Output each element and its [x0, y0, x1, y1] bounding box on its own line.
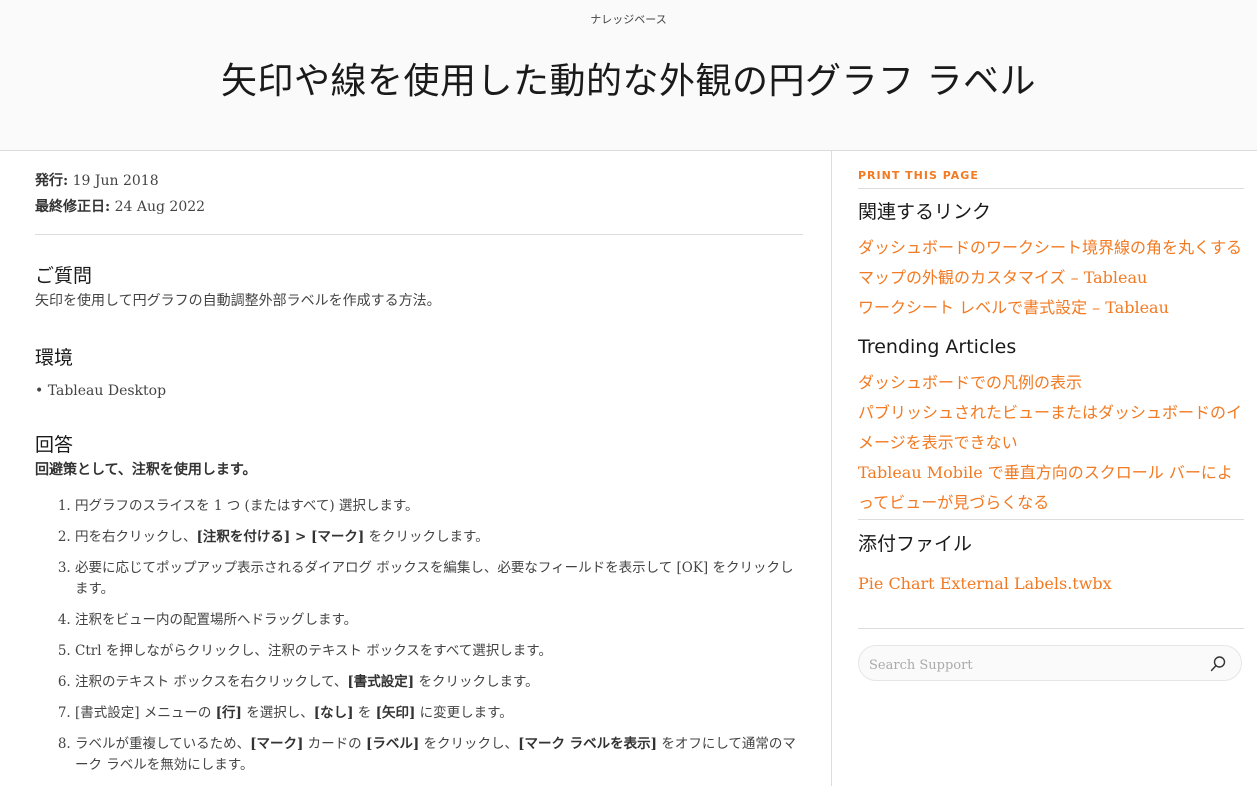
- modified-date: 最終修正日: 24 Aug 2022: [35, 194, 803, 220]
- answer-step: 円グラフのスライスを 1 つ (またはすべて) 選択します。: [75, 496, 803, 517]
- article-body: 発行: 19 Jun 2018 最終修正日: 24 Aug 2022 ご質問 矢…: [35, 151, 803, 786]
- step-emphasis: [なし]: [313, 705, 354, 721]
- modified-label: 最終修正日:: [35, 199, 111, 215]
- answer-step: Ctrl を押しながらクリックし、注釈のテキスト ボックスをすべて選択します。: [75, 641, 803, 662]
- step-text: 注釈をビュー内の配置場所へドラッグします。: [75, 612, 358, 628]
- step-text: をクリックし、: [419, 736, 519, 752]
- step-text: をクリックします。: [364, 529, 489, 545]
- related-links-section: 関連するリンク ダッシュボードのワークシート境界線の角を丸くする マップの外観の…: [858, 198, 1244, 323]
- step-text: ラベルが重複しているため、: [75, 736, 251, 752]
- step-text: カードの: [303, 736, 366, 752]
- sidebar-divider: [858, 519, 1244, 520]
- step-emphasis: [書式設定]: [347, 674, 415, 690]
- search-input[interactable]: [867, 654, 1191, 676]
- step-text: 円グラフのスライスを 1 つ (またはすべて) 選択します。: [75, 498, 419, 514]
- sidebar: PRINT THIS PAGE 関連するリンク ダッシュボードのワークシート境界…: [858, 151, 1244, 681]
- search-box: [858, 645, 1242, 681]
- trending-link[interactable]: パブリッシュされたビューまたはダッシュボードのイメージを表示できない: [858, 398, 1244, 458]
- modified-value: 24 Aug 2022: [114, 199, 206, 215]
- step-emphasis: [行]: [215, 705, 242, 721]
- step-emphasis: [マーク ラベルを表示]: [518, 736, 658, 752]
- question-heading: ご質問: [35, 265, 93, 287]
- answer-steps: 円グラフのスライスを 1 つ (またはすべて) 選択します。円を右クリックし、[…: [35, 496, 803, 776]
- published-label: 発行:: [35, 173, 69, 189]
- print-page-link[interactable]: PRINT THIS PAGE: [858, 169, 1244, 189]
- answer-heading: 回答: [35, 434, 74, 456]
- answer-intro: 回避策として、注釈を使用します。: [35, 462, 257, 478]
- step-text: を: [353, 705, 376, 721]
- attachments-heading: 添付ファイル: [858, 533, 973, 555]
- page-title: 矢印や線を使用した動的な外観の円グラフ ラベル: [221, 61, 1036, 102]
- published-date: 発行: 19 Jun 2018: [35, 168, 803, 194]
- related-link[interactable]: ダッシュボードのワークシート境界線の角を丸くする: [858, 233, 1244, 263]
- trending-link[interactable]: ダッシュボードでの凡例の表示: [858, 368, 1244, 398]
- step-text: をクリックします。: [414, 674, 539, 690]
- published-value: 19 Jun 2018: [72, 173, 159, 189]
- attachments-section: 添付ファイル Pie Chart External Labels.twbx: [858, 530, 1244, 599]
- step-text: 必要に応じてポップアップ表示されるダイアログ ボックスを編集し、必要なフィールド…: [75, 560, 794, 597]
- answer-step: ラベルが重複しているため、[マーク] カードの [ラベル] をクリックし、[マー…: [75, 734, 803, 776]
- column-divider: [831, 151, 832, 786]
- trending-articles-section: Trending Articles ダッシュボードでの凡例の表示 パブリッシュさ…: [858, 333, 1244, 518]
- environment-item: • Tableau Desktop: [35, 383, 167, 399]
- step-text: Ctrl を押しながらクリックし、注釈のテキスト ボックスをすべて選択します。: [75, 643, 552, 659]
- answer-step: 注釈をビュー内の配置場所へドラッグします。: [75, 610, 803, 631]
- step-text: を選択し、: [241, 705, 314, 721]
- related-link[interactable]: マップの外観のカスタマイズ – Tableau: [858, 263, 1244, 293]
- step-emphasis: [矢印]: [375, 705, 416, 721]
- step-emphasis: [マーク]: [250, 736, 304, 752]
- page-header: ナレッジベース 矢印や線を使用した動的な外観の円グラフ ラベル: [0, 0, 1257, 151]
- step-text: 円を右クリックし、: [75, 529, 197, 545]
- article-meta: 発行: 19 Jun 2018 最終修正日: 24 Aug 2022: [35, 168, 803, 220]
- trending-link[interactable]: Tableau Mobile で垂直方向のスクロール バーによってビューが見づら…: [858, 458, 1244, 518]
- answer-section: 回答 回避策として、注釈を使用します。 円グラフのスライスを 1 つ (またはす…: [35, 431, 803, 776]
- question-section: ご質問 矢印を使用して円グラフの自動調整外部ラベルを作成する方法。: [35, 262, 803, 312]
- environment-section: 環境 • Tableau Desktop: [35, 344, 803, 402]
- question-body: 矢印を使用して円グラフの自動調整外部ラベルを作成する方法。: [35, 293, 441, 309]
- related-link[interactable]: ワークシート レベルで書式設定 – Tableau: [858, 293, 1244, 323]
- related-links-heading: 関連するリンク: [858, 201, 992, 223]
- search-icon[interactable]: [1209, 655, 1227, 673]
- environment-item-text: Tableau Desktop: [47, 383, 167, 399]
- answer-step: 注釈のテキスト ボックスを右クリックして、[書式設定] をクリックします。: [75, 672, 803, 693]
- sidebar-divider: [858, 628, 1244, 629]
- answer-step: 円を右クリックし、[注釈を付ける] > [マーク] をクリックします。: [75, 527, 803, 548]
- step-text: 注釈のテキスト ボックスを右クリックして、: [75, 674, 348, 690]
- step-emphasis: [ラベル]: [365, 736, 420, 752]
- step-emphasis: [注釈を付ける] > [マーク]: [196, 529, 365, 545]
- answer-step: [書式設定] メニューの [行] を選択し、[なし] を [矢印] に変更します…: [75, 703, 803, 724]
- environment-heading: 環境: [35, 347, 74, 369]
- answer-step: 必要に応じてポップアップ表示されるダイアログ ボックスを編集し、必要なフィールド…: [75, 558, 803, 600]
- attachment-link[interactable]: Pie Chart External Labels.twbx: [858, 569, 1244, 599]
- breadcrumb[interactable]: ナレッジベース: [0, 11, 1257, 27]
- trending-articles-heading: Trending Articles: [858, 336, 1017, 358]
- step-text: に変更します。: [415, 705, 513, 721]
- meta-divider: [35, 234, 803, 235]
- step-text: [書式設定] メニューの: [75, 705, 216, 721]
